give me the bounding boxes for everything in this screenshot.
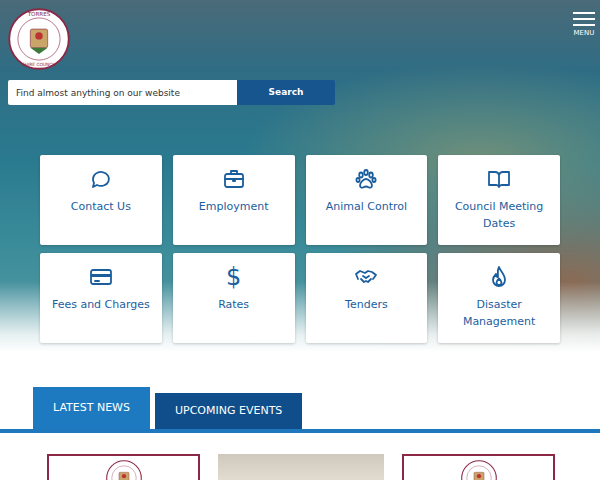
tile-label: Disaster Management [442,297,556,330]
paw-icon [354,167,378,191]
quick-link-tile[interactable]: Animal Control [306,155,428,245]
search-bar: Search [0,80,600,105]
fire-drop-icon [487,265,511,289]
council-logo[interactable]: TORRES SHIRE COUNCIL [8,8,70,70]
hamburger-icon [573,12,595,14]
dollar-icon: $ [226,265,241,289]
handshake-icon [354,265,378,289]
council-crest-icon [461,460,497,480]
hamburger-icon [573,18,595,20]
news-tabs: LATEST NEWS UPCOMING EVENTS [0,387,600,429]
tile-label: Contact Us [71,199,131,216]
tile-label: Animal Control [326,199,407,216]
tab[interactable]: UPCOMING EVENTS [155,393,302,429]
hero-section: TORRES SHIRE COUNCIL MENU Search Contact Us E… [0,0,600,352]
news-card[interactable] [218,454,384,480]
quick-link-tile[interactable]: Employment [173,155,295,245]
news-list [0,454,600,480]
quick-links: Contact Us Employment Animal Control Counci… [0,155,600,343]
logo-text: TORRES [27,11,51,17]
quick-link-tile[interactable]: Tenders [306,253,428,343]
quick-link-tile[interactable]: $ Rates [173,253,295,343]
news-card[interactable] [402,454,555,480]
tile-label: Employment [199,199,269,216]
quick-link-tile[interactable]: Disaster Management [438,253,560,343]
tile-label: Fees and Charges [52,297,150,314]
menu-label: MENU [574,30,595,37]
news-card[interactable] [47,454,200,480]
tile-label: Rates [218,297,249,314]
council-crest-icon: TORRES SHIRE COUNCIL [8,8,70,70]
quick-link-tile[interactable]: Council Meeting Dates [438,155,560,245]
credit-card-icon [89,265,113,289]
tab[interactable]: LATEST NEWS [33,387,150,429]
tab-label: UPCOMING EVENTS [175,403,282,420]
briefcase-icon [222,167,246,191]
search-input[interactable] [8,80,237,105]
tab-divider [0,429,600,433]
book-icon [487,167,511,191]
menu-button[interactable]: MENU [573,12,595,37]
tab-label: LATEST NEWS [53,400,130,417]
tile-label: Tenders [345,297,388,314]
quick-link-tile[interactable]: Fees and Charges [40,253,162,343]
search-button[interactable]: Search [237,80,335,105]
hamburger-icon [573,24,595,26]
header: TORRES SHIRE COUNCIL MENU [0,0,600,70]
chat-icon [89,167,113,191]
tile-label: Council Meeting Dates [442,199,556,232]
council-crest-icon [106,460,142,480]
quick-link-tile[interactable]: Contact Us [40,155,162,245]
logo-text: SHIRE COUNCIL [22,62,57,67]
